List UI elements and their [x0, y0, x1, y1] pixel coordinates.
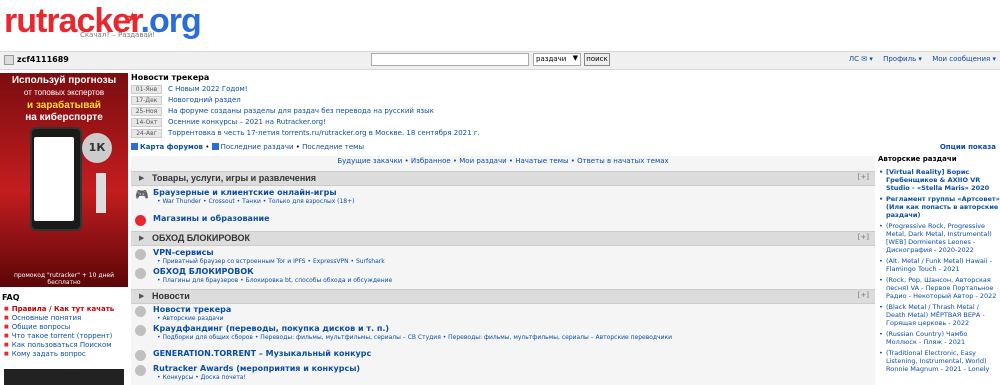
release-link[interactable]: Регламент группы «Артсовет» (Или как поп… — [878, 195, 1000, 219]
release-link[interactable]: (Black Metal / Thrash Metal / Death Meta… — [878, 303, 1000, 327]
rss-icon — [211, 143, 219, 150]
release-link[interactable]: (Traditional Electronic, Easy Listening,… — [878, 349, 1000, 373]
forum-link[interactable]: Краудфандинг (переводы, покупка дисков и… — [153, 324, 389, 333]
search-scope-select[interactable]: раздачи ▼ — [533, 53, 581, 66]
logo-part-ru: ru — [4, 2, 37, 40]
subforum-links[interactable]: • Авторские раздачи — [157, 315, 223, 322]
news-date: 01-Янв — [131, 85, 162, 94]
release-link[interactable]: (Alt. Metal / Funk Metal) Hawaii - Flami… — [878, 257, 1000, 273]
forum-link[interactable]: Магазины и образование — [153, 214, 270, 223]
subforum-links[interactable]: • Приватный браузер со встроенным Tor и … — [157, 258, 385, 265]
panel-title: Авторские раздачи — [878, 155, 957, 163]
private-messages-link[interactable]: ЛС ✉ ▾ — [849, 55, 873, 63]
faq-item-basics[interactable]: Основные понятия — [4, 314, 114, 323]
news-link[interactable]: С Новым 2022 Годом! — [168, 85, 248, 94]
forum-icon — [135, 365, 146, 376]
search-scope-value: раздачи — [536, 55, 567, 63]
forum-icon — [135, 306, 146, 317]
ad-promo-text: промокод "rutracker" + 10 дней бесплатно — [14, 272, 114, 286]
username-link[interactable]: zcf4111689 — [17, 55, 69, 64]
search-input[interactable] — [371, 53, 529, 66]
forum-link[interactable]: Браузерные и клиентские онлайн-игры — [153, 188, 337, 197]
forum-map-link[interactable]: Карта форумов — [140, 143, 203, 151]
recent-topics-link[interactable]: Последние темы — [302, 143, 364, 151]
expand-icon: ▶ — [139, 292, 145, 300]
release-link[interactable]: (Russian Country) Чамбо Моллюск - Пляж -… — [878, 330, 1000, 346]
bottom-ad-image[interactable] — [4, 369, 124, 385]
subforum-links[interactable]: • Конкурсы • Доска почета! — [157, 374, 246, 381]
subforum-links[interactable]: • Плагины для браузеров • Блокировка bt,… — [157, 277, 392, 284]
category-title[interactable]: ОБХОД БЛОКИРОВОК — [152, 233, 250, 243]
news-link[interactable]: Торрентовка в честь 17-летия torrents.ru… — [168, 129, 480, 138]
forum-link[interactable]: VPN-сервисы — [153, 248, 214, 257]
forum-icon — [135, 350, 146, 361]
category-header[interactable]: ▶ Товары, услуги, игры и развлечения [+] — [131, 171, 875, 186]
ad-tagline: на киберспорте — [25, 112, 103, 123]
news-link[interactable]: На форуме созданы разделы для раздач без… — [168, 107, 434, 116]
forum-link[interactable]: Новости трекера — [153, 305, 231, 314]
site-tagline: Скачал? – Раздавай! — [80, 31, 156, 39]
faq-item-search[interactable]: Как пользоваться Поиском — [4, 341, 114, 350]
user-menu: ЛС ✉ ▾ Профиль ▾ Мои сообщения ▾ — [841, 55, 996, 63]
search-button[interactable]: поиск — [584, 53, 610, 66]
expand-icon: ▶ — [139, 234, 145, 242]
faq-item-general[interactable]: Общие вопросы — [4, 323, 114, 332]
forum-link[interactable]: Rutracker Awards (мероприятия и конкурсы… — [153, 364, 360, 373]
ad-headline: Используй прогнозы — [11, 75, 117, 86]
chevron-down-icon: ▼ — [572, 54, 578, 62]
category-header[interactable]: ▶ Новости [+] — [131, 289, 875, 304]
expand-toggle[interactable]: [+] — [858, 233, 869, 241]
news-date: 24-Авг — [131, 129, 162, 138]
news-link[interactable]: Новогодний раздел — [168, 96, 241, 105]
news-link[interactable]: Осенние конкурсы – 2021 на Rutracker.org… — [168, 118, 326, 127]
category-header[interactable]: ▶ ОБХОД БЛОКИРОВОК [+] — [131, 231, 875, 246]
release-link[interactable]: (Rock, Pop, Шансон, Авторская песня) VA … — [878, 276, 1000, 300]
user-icon — [4, 55, 14, 65]
category-title[interactable]: Товары, услуги, игры и развлечения — [152, 173, 316, 183]
recent-releases-link[interactable]: Последние раздачи — [221, 143, 294, 151]
release-link[interactable]: [Virtual Reality] Борис Гребенщиков & AX… — [878, 168, 1000, 192]
gamepad-icon: 🎮 — [135, 188, 149, 201]
news-date: 17-Дек — [131, 96, 162, 105]
ad-highlight: и зарабатывай — [27, 100, 101, 111]
chart-icon — [96, 173, 106, 213]
faq-item-ask[interactable]: Кому задать вопрос — [4, 350, 114, 359]
shop-icon — [135, 215, 146, 226]
profile-link[interactable]: Профиль ▾ — [883, 55, 922, 63]
author-releases-list: [Virtual Reality] Борис Гребенщиков & AX… — [878, 168, 1000, 376]
faq-list: Правила / Как тут качать Основные поняти… — [4, 305, 114, 359]
forum-icon — [135, 325, 146, 336]
logo-star-icon: ★ — [126, 10, 139, 26]
top-bar: zcf4111689 раздачи ▼ поиск ЛС ✉ ▾ Профил… — [0, 51, 1000, 70]
phone-screen-image — [34, 137, 74, 221]
faq-item-rules[interactable]: Правила / Как тут качать — [4, 305, 114, 314]
category-title[interactable]: Новости — [152, 291, 190, 301]
header: rutracker.org ★ Скачал? – Раздавай! — [0, 0, 1000, 50]
expand-toggle[interactable]: [+] — [858, 173, 869, 181]
release-link[interactable]: (Progressive Rock, Progressive Metal, Da… — [878, 222, 1000, 254]
my-posts-link[interactable]: Мои сообщения ▾ — [932, 55, 996, 63]
subforum-links[interactable]: • Подборки для общих сборов • Переводы: … — [157, 334, 672, 341]
subforum-links[interactable]: • War Thunder • Crossout • Танки • Тольк… — [157, 198, 355, 205]
map-icon — [131, 143, 138, 150]
advertisement-banner[interactable]: Используй прогнозы от топовых экспертов … — [0, 73, 128, 287]
faq-item-torrent[interactable]: Что такое torrent (торрент) — [4, 332, 114, 341]
forum-nav-links: Карта форумов • Последние раздачи • Посл… — [131, 143, 364, 151]
forum-icon — [135, 268, 146, 279]
expand-toggle[interactable]: [+] — [858, 291, 869, 299]
expand-icon: ▶ — [139, 174, 145, 182]
forum-link[interactable]: GENERATION.TORRENT – Музыкальный конкурс — [153, 349, 371, 358]
ad-subline: от топовых экспертов — [23, 88, 105, 97]
display-options-link[interactable]: Опции показа — [940, 143, 996, 151]
news-title: Новости трекера — [131, 73, 210, 82]
faq-title: FAQ — [2, 293, 20, 302]
forum-link[interactable]: ОБХОД БЛОКИРОВОК — [153, 267, 254, 276]
news-date: 14-Окт — [131, 118, 162, 127]
quick-links[interactable]: Будущие закачки • Избранное • Мои раздач… — [131, 157, 875, 165]
forum-icon — [135, 249, 146, 260]
coin-badge: 1К — [82, 133, 112, 163]
news-date: 25-Ноя — [131, 107, 162, 116]
